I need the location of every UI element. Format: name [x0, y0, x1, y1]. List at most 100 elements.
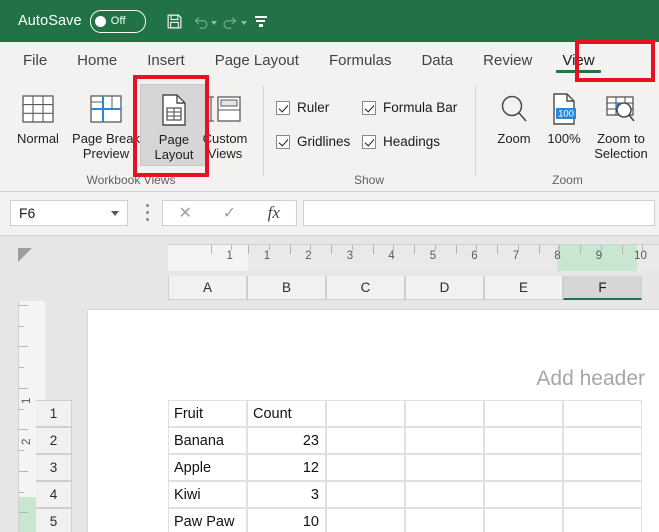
- chevron-down-icon[interactable]: [111, 211, 119, 216]
- custom-views-button[interactable]: Custom Views: [192, 84, 258, 166]
- column-header-A[interactable]: A: [168, 276, 247, 300]
- name-box[interactable]: F6: [10, 200, 128, 226]
- undo-dropdown-caret[interactable]: [211, 21, 217, 25]
- ruler-checkbox-box[interactable]: [276, 101, 290, 115]
- ribbon-tab-file[interactable]: File: [8, 42, 62, 78]
- cell-D2[interactable]: [405, 427, 484, 454]
- customize-quick-access-toolbar-button[interactable]: [250, 6, 272, 36]
- vertical-ruler-tick-major: [19, 346, 28, 347]
- checkbox-headings[interactable]: Headings: [362, 134, 440, 149]
- cancel-entry-button[interactable]: ✕: [165, 203, 205, 223]
- cell-E2[interactable]: [484, 427, 563, 454]
- zoom-to-selection-label: Zoom to Selection: [594, 131, 647, 161]
- zoom-to-selection-label-line2: Selection: [594, 146, 647, 161]
- horizontal-ruler-band[interactable]: 1123456789101: [168, 244, 659, 271]
- redo-button[interactable]: [220, 6, 250, 36]
- cell-E5[interactable]: [484, 508, 563, 532]
- cell-E1[interactable]: [484, 400, 563, 427]
- cell-F3[interactable]: [563, 454, 642, 481]
- cell-D5[interactable]: [405, 508, 484, 532]
- formula-bar-checkbox-box[interactable]: [362, 101, 376, 115]
- normal-view-button[interactable]: Normal: [4, 84, 72, 166]
- ribbon-tab-label: Home: [77, 52, 117, 69]
- ribbon-group-workbook-views: Normal Page Break Preview: [0, 78, 262, 191]
- column-header-D[interactable]: D: [405, 276, 484, 300]
- row-header-2[interactable]: 2: [36, 427, 72, 454]
- normal-view-label: Normal: [17, 131, 59, 146]
- column-header-C[interactable]: C: [326, 276, 405, 300]
- custom-views-label-line1: Custom: [203, 131, 248, 146]
- cell-A3[interactable]: Apple: [168, 454, 247, 481]
- checkbox-ruler[interactable]: Ruler: [276, 100, 329, 115]
- quick-access-toolbar: AutoSave Off: [18, 0, 272, 42]
- ruler-tick-minor: [559, 245, 560, 250]
- insert-function-button[interactable]: fx: [254, 203, 294, 223]
- ribbon-tab-review[interactable]: Review: [468, 42, 547, 78]
- cell-D4[interactable]: [405, 481, 484, 508]
- cell-A4[interactable]: Kiwi: [168, 481, 247, 508]
- cell-C4[interactable]: [326, 481, 405, 508]
- cell-D1[interactable]: [405, 400, 484, 427]
- ruler-number: 10: [634, 250, 647, 262]
- row-header-1[interactable]: 1: [36, 400, 72, 427]
- vertical-ruler-tick-major: [19, 305, 28, 306]
- vertical-ruler-number: 2: [21, 439, 33, 445]
- cell-F2[interactable]: [563, 427, 642, 454]
- column-header-F[interactable]: F: [563, 276, 642, 300]
- ribbon-tab-page-layout[interactable]: Page Layout: [200, 42, 314, 78]
- cell-B5[interactable]: 10: [247, 508, 326, 532]
- ribbon-tab-label: File: [23, 52, 47, 69]
- ribbon-tab-home[interactable]: Home: [62, 42, 132, 78]
- row-header-4[interactable]: 4: [36, 481, 72, 508]
- zoom-100-percent-icon: 100: [548, 89, 580, 129]
- cell-value: 10: [303, 514, 319, 530]
- page-break-preview-button[interactable]: Page Break Preview: [72, 84, 140, 166]
- cell-C5[interactable]: [326, 508, 405, 532]
- cell-C3[interactable]: [326, 454, 405, 481]
- checkbox-formula-bar[interactable]: Formula Bar: [362, 100, 457, 115]
- autosave-toggle[interactable]: Off: [90, 10, 146, 33]
- gridlines-checkbox-box[interactable]: [276, 135, 290, 149]
- ribbon-tab-data[interactable]: Data: [406, 42, 468, 78]
- cell-A2[interactable]: Banana: [168, 427, 247, 454]
- ruler-tick-major: [373, 245, 374, 254]
- cell-D3[interactable]: [405, 454, 484, 481]
- zoom-to-selection-button[interactable]: Zoom to Selection: [586, 84, 656, 166]
- ruler-tick-major: [456, 245, 457, 254]
- checkbox-gridlines[interactable]: Gridlines: [276, 134, 350, 149]
- select-all-corner[interactable]: [18, 248, 32, 262]
- row-header-5[interactable]: 5: [36, 508, 72, 532]
- redo-dropdown-caret[interactable]: [241, 21, 247, 25]
- undo-button[interactable]: [190, 6, 220, 36]
- cell-F1[interactable]: [563, 400, 642, 427]
- column-header-B[interactable]: B: [247, 276, 326, 300]
- cell-E4[interactable]: [484, 481, 563, 508]
- cell-B1[interactable]: Count: [247, 400, 326, 427]
- cell-C2[interactable]: [326, 427, 405, 454]
- add-header-placeholder[interactable]: Add header: [536, 367, 645, 391]
- cell-B4[interactable]: 3: [247, 481, 326, 508]
- cell-E3[interactable]: [484, 454, 563, 481]
- ribbon-tab-view[interactable]: View: [547, 42, 609, 78]
- cell-B3[interactable]: 12: [247, 454, 326, 481]
- column-header-E[interactable]: E: [484, 276, 563, 300]
- cell-F4[interactable]: [563, 481, 642, 508]
- cell-C1[interactable]: [326, 400, 405, 427]
- ribbon-tab-label: Data: [421, 52, 453, 69]
- ribbon-tab-formulas[interactable]: Formulas: [314, 42, 407, 78]
- ribbon-tab-insert[interactable]: Insert: [132, 42, 200, 78]
- ruler-margin-area: [168, 245, 248, 271]
- headings-checkbox-box[interactable]: [362, 135, 376, 149]
- horizontal-ruler: 1123456789101: [0, 236, 659, 274]
- svg-text:100: 100: [558, 109, 574, 120]
- cell-F5[interactable]: [563, 508, 642, 532]
- save-button[interactable]: [160, 6, 190, 36]
- cell-A1[interactable]: Fruit: [168, 400, 247, 427]
- row-header-3[interactable]: 3: [36, 454, 72, 481]
- formula-bar-grip[interactable]: [146, 204, 150, 222]
- cell-A5[interactable]: Paw Paw: [168, 508, 247, 532]
- confirm-entry-button[interactable]: ✓: [209, 203, 249, 223]
- formula-input[interactable]: [303, 200, 655, 226]
- cell-B2[interactable]: 23: [247, 427, 326, 454]
- autosave-state-label: Off: [111, 15, 126, 27]
